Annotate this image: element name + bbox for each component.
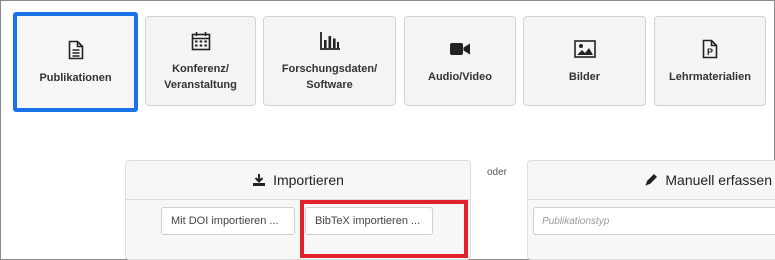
pencil-icon xyxy=(644,173,658,187)
publication-type-input[interactable] xyxy=(533,207,775,235)
type-card-lehrmaterialien[interactable]: P Lehrmaterialien xyxy=(654,16,766,106)
type-card-label: Publikationen xyxy=(39,72,112,84)
import-panel-header: Importieren xyxy=(126,161,470,200)
manual-panel-header: Manuell erfassen xyxy=(528,161,775,200)
image-icon xyxy=(573,37,596,61)
type-card-forschungsdaten[interactable]: Forschungsdaten/ Software xyxy=(263,16,396,106)
bar-chart-icon xyxy=(319,29,341,53)
document-icon xyxy=(68,38,84,62)
type-card-label: Lehrmaterialien xyxy=(669,71,751,83)
download-icon xyxy=(252,173,266,187)
type-card-publikationen[interactable]: Publikationen xyxy=(13,12,138,112)
bibtex-import-button[interactable]: BibTeX importieren ... xyxy=(305,207,433,235)
video-camera-icon xyxy=(449,37,471,61)
presentation-icon: P xyxy=(702,37,718,61)
calendar-icon xyxy=(191,29,211,53)
type-card-label: Forschungsdaten/ Software xyxy=(281,63,378,91)
type-card-bilder[interactable]: Bilder xyxy=(523,16,646,106)
separator-oder: oder xyxy=(487,167,508,178)
type-card-audio-video[interactable]: Audio/Video xyxy=(404,16,516,106)
type-card-label: Audio/Video xyxy=(428,71,492,83)
import-panel-title: Importieren xyxy=(273,172,344,188)
type-card-konferenz[interactable]: Konferenz/ Veranstaltung xyxy=(145,16,256,106)
type-card-label: Konferenz/ Veranstaltung xyxy=(164,63,237,91)
manual-panel-title: Manuell erfassen xyxy=(665,172,772,188)
doi-import-button[interactable]: Mit DOI importieren ... xyxy=(161,207,295,235)
type-card-label: Bilder xyxy=(568,71,601,83)
svg-text:P: P xyxy=(707,47,713,57)
